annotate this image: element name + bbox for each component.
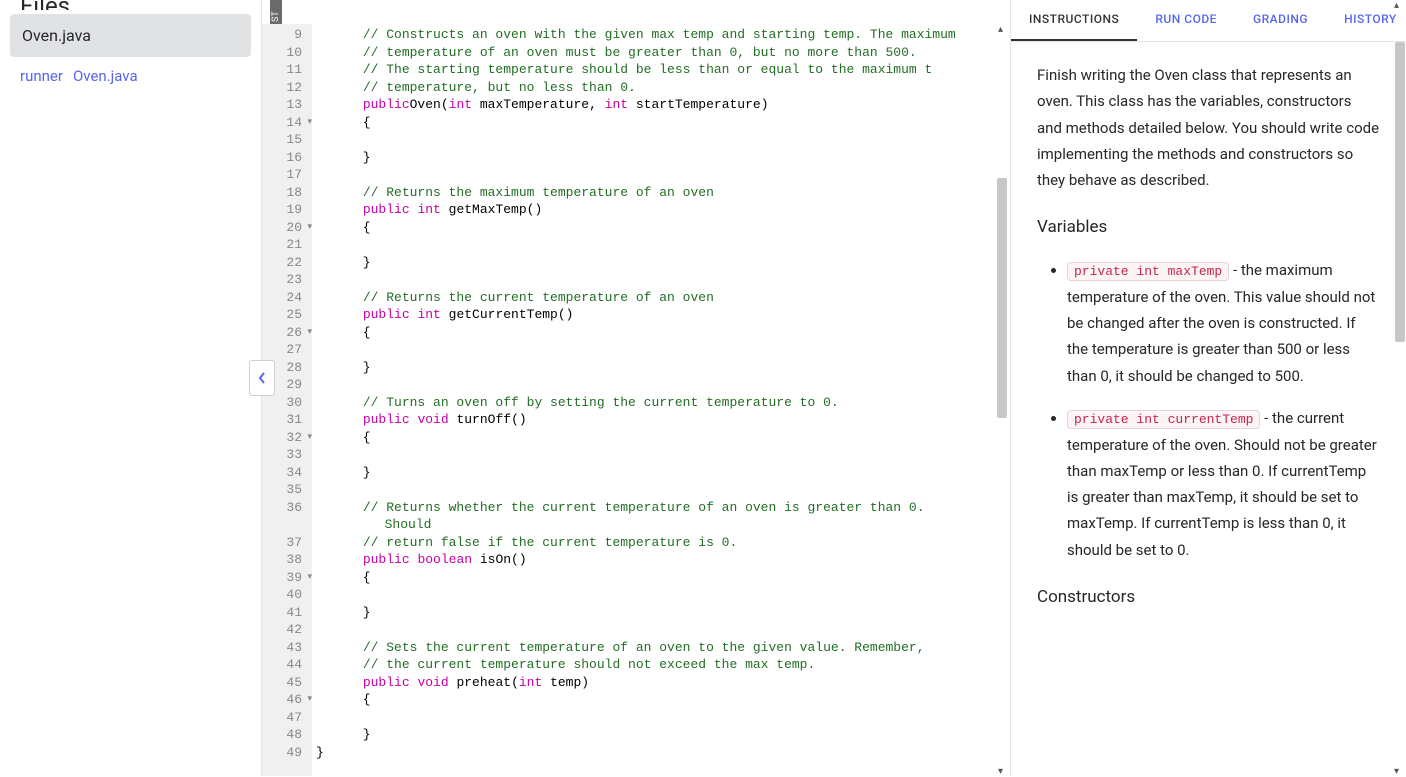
collapse-sidebar-button[interactable] [249, 360, 275, 396]
constructors-heading: Constructors [1037, 583, 1380, 613]
editor-scrollbar[interactable]: ▴ ▾ [996, 24, 1010, 776]
line-gutter: 9101112131415161718192021222324252627282… [262, 24, 312, 776]
tab-grading[interactable]: GRADING [1235, 0, 1326, 41]
instructions-panel: INSTRUCTIONS RUN CODE GRADING HISTORY Fi… [1010, 0, 1406, 776]
scroll-up-icon[interactable]: ▴ [998, 24, 1008, 34]
editor-toolbar: ST ⛔ NOT SUBMITTED SAVE SUBMIT [262, 0, 1010, 24]
scroll-down-icon[interactable]: ▾ [1394, 766, 1404, 776]
variables-heading: Variables [1037, 213, 1380, 243]
code-editor[interactable]: 9101112131415161718192021222324252627282… [262, 24, 1010, 776]
variable-currenttemp: private int currentTemp - the current te… [1067, 405, 1380, 563]
chevron-left-icon [258, 372, 266, 384]
editor-panel: ST ⛔ NOT SUBMITTED SAVE SUBMIT 910111213… [262, 0, 1010, 776]
right-tabs: INSTRUCTIONS RUN CODE GRADING HISTORY [1011, 0, 1406, 42]
breadcrumb-file[interactable]: Oven.java [73, 67, 138, 85]
breadcrumb-folder[interactable]: runner [20, 67, 63, 85]
file-sidebar: Files Oven.java runner Oven.java [0, 0, 262, 776]
scroll-thumb[interactable] [1395, 42, 1405, 342]
instructions-body[interactable]: Finish writing the Oven class that repre… [1011, 42, 1406, 776]
file-item-oven[interactable]: Oven.java [10, 14, 251, 57]
tab-instructions[interactable]: INSTRUCTIONS [1011, 0, 1137, 41]
file-breadcrumb: runner Oven.java [0, 67, 261, 85]
code-chip-maxtemp: private int maxTemp [1067, 262, 1229, 281]
variable-maxtemp: private int maxTemp - the maximum temper… [1067, 257, 1380, 389]
instructions-scrollbar[interactable]: ▴ ▾ [1392, 0, 1406, 776]
code-chip-currenttemp: private int currentTemp [1067, 410, 1260, 429]
scroll-up-icon[interactable]: ▴ [1394, 0, 1404, 10]
tab-run-code[interactable]: RUN CODE [1137, 0, 1235, 41]
scroll-thumb[interactable] [997, 178, 1007, 418]
files-heading: Files [0, 0, 261, 10]
status-vertical-tag: ST [270, 0, 282, 24]
instructions-intro: Finish writing the Oven class that repre… [1037, 62, 1380, 193]
scroll-down-icon[interactable]: ▾ [998, 766, 1008, 776]
code-area[interactable]: // Constructs an oven with the given max… [312, 24, 1010, 776]
